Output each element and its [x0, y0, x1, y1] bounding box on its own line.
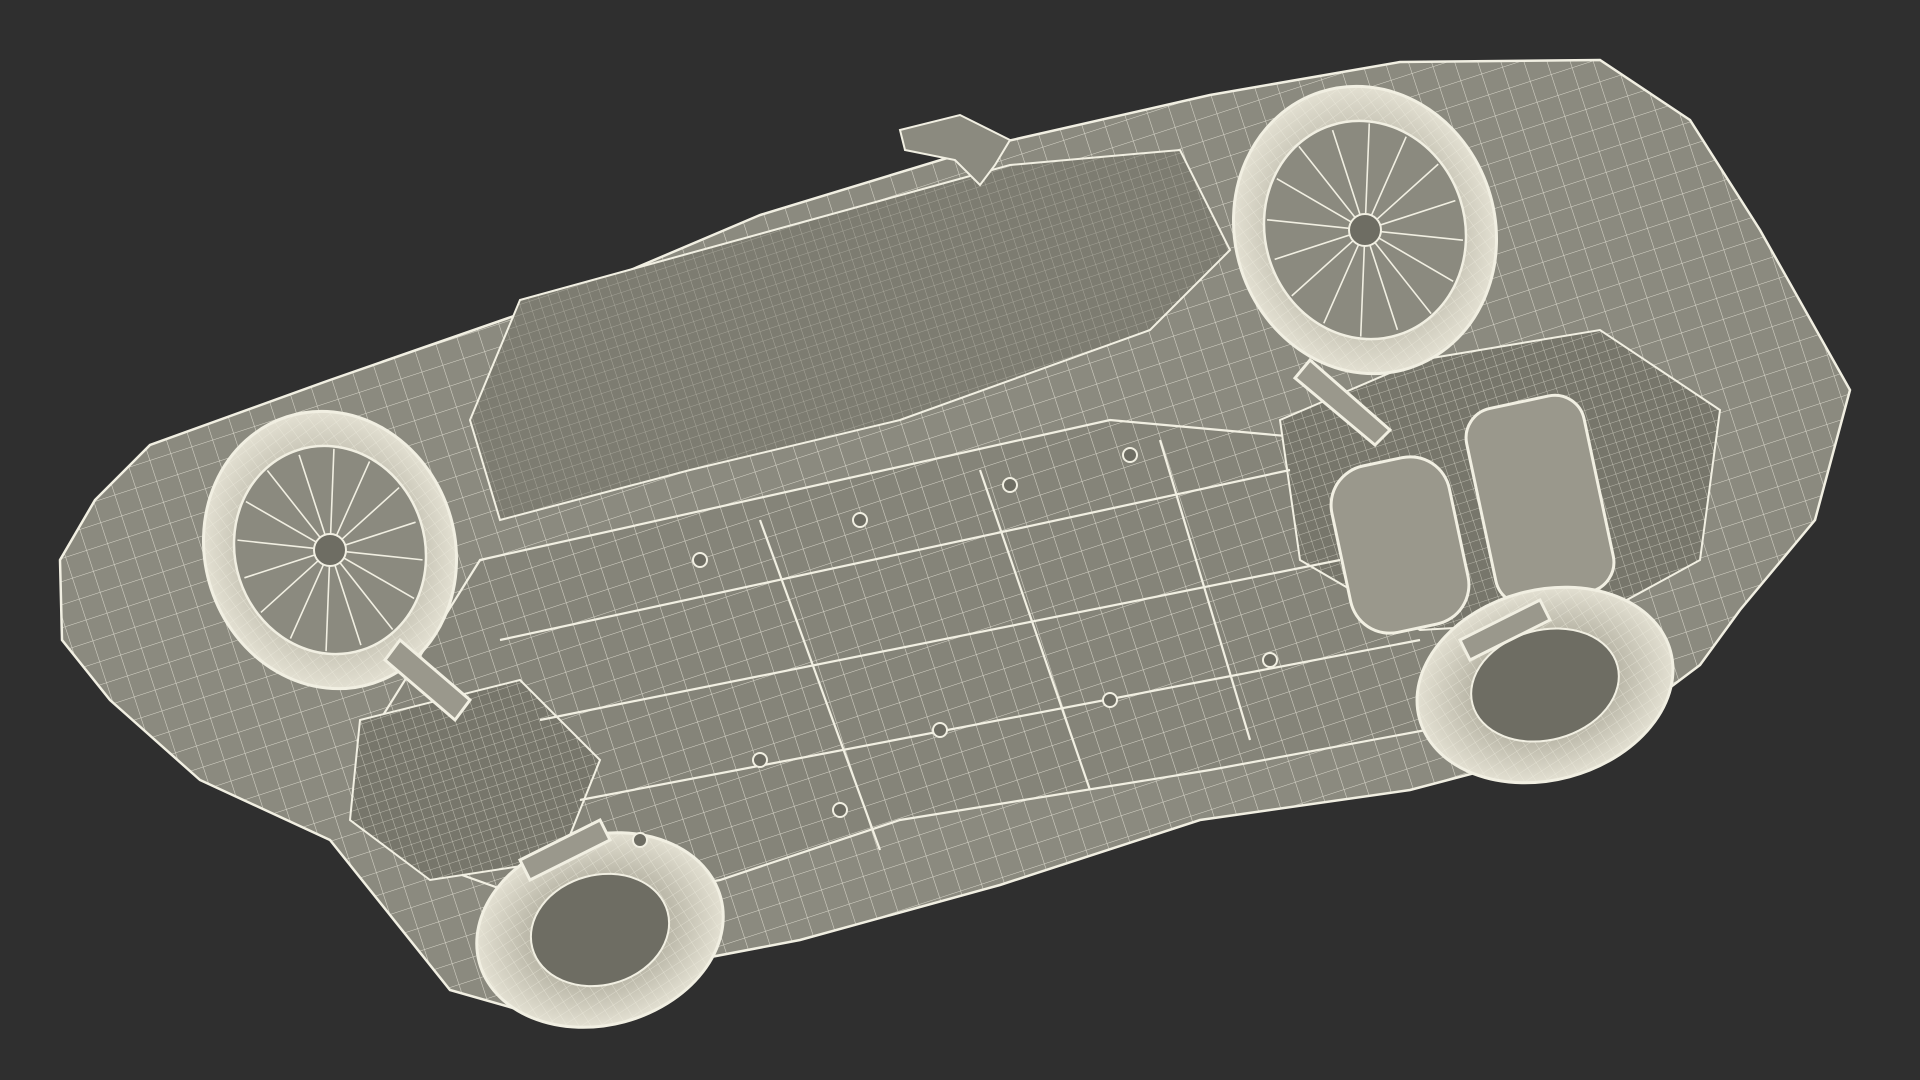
render-scene: [0, 0, 1920, 1080]
render-viewport: [0, 0, 1920, 1080]
